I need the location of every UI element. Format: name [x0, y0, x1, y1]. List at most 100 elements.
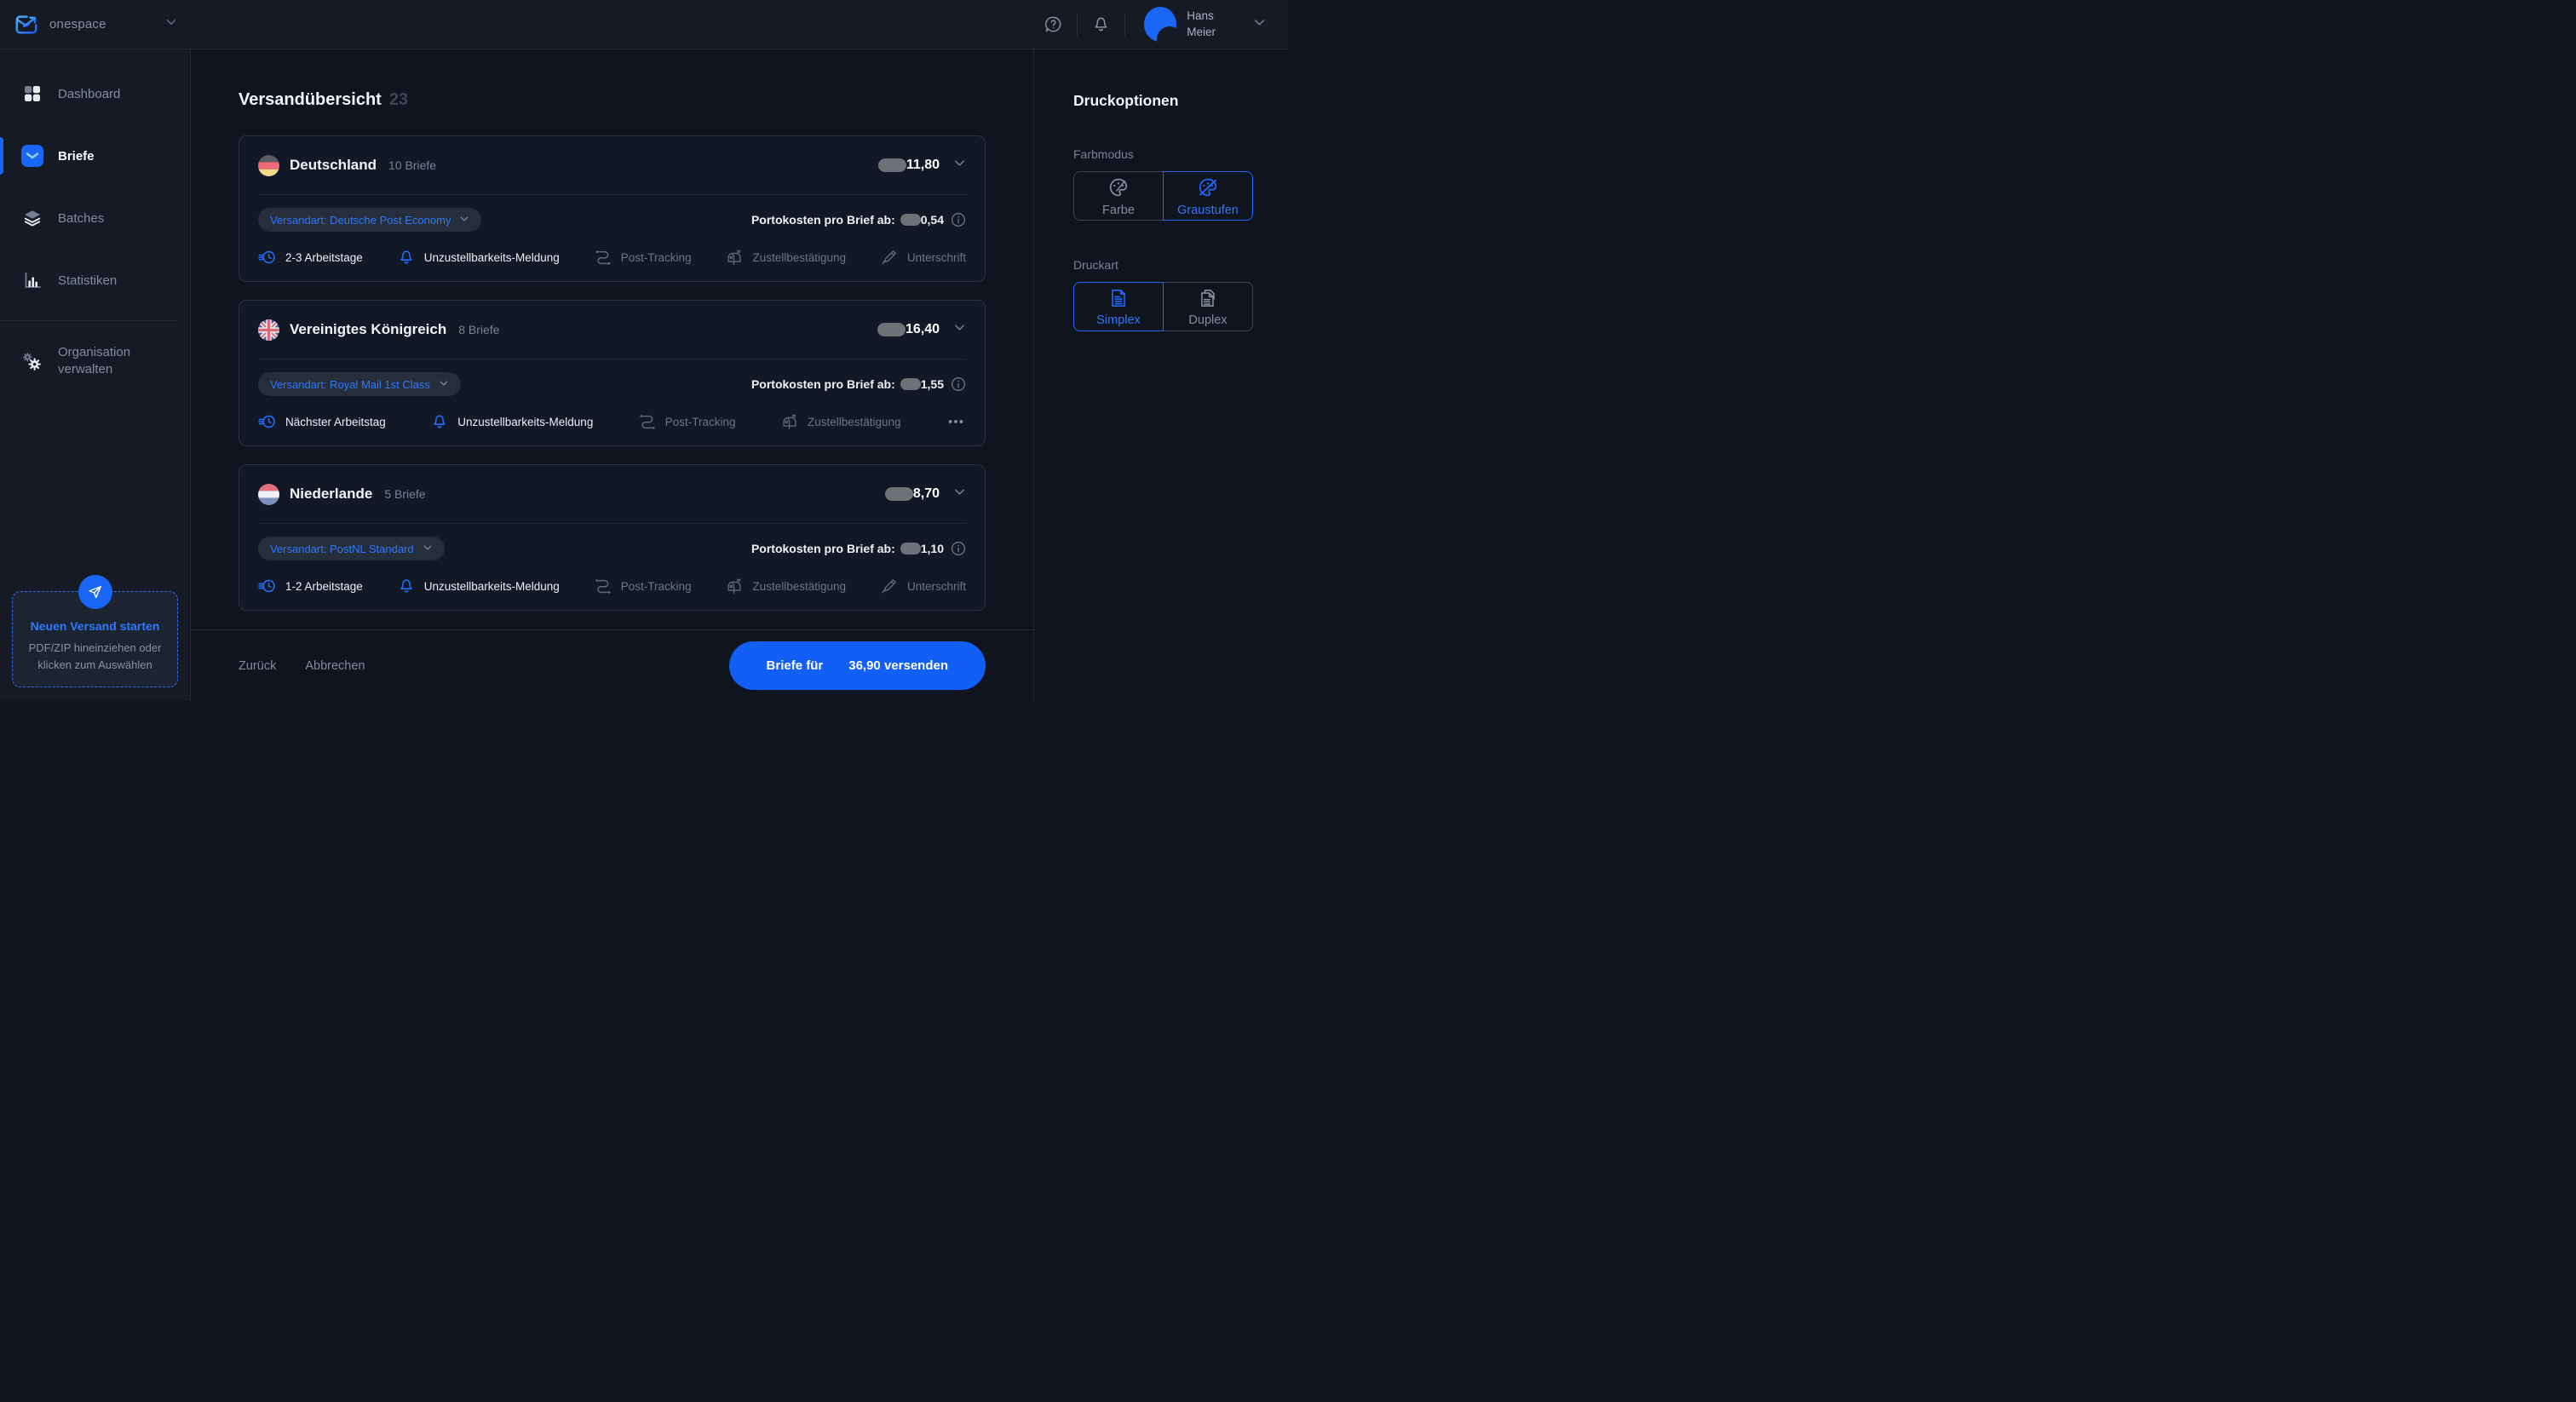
help-icon: [1044, 14, 1063, 34]
redacted-currency-blob: [900, 378, 921, 390]
shipment-count: 23: [389, 90, 408, 109]
card-price: 11,80: [906, 158, 940, 173]
chevron-down-icon[interactable]: [953, 486, 966, 503]
feature-post-tracking: Post-Tracking: [638, 412, 736, 431]
cancel-button[interactable]: Abbrechen: [305, 659, 365, 673]
mailbox-icon: [725, 577, 744, 595]
shipment-overview: Versandübersicht23 Deutschl: [191, 49, 1033, 629]
print-type-simplex-button[interactable]: Simplex: [1073, 282, 1164, 331]
flag-uk-icon: [258, 319, 279, 341]
versandart-dropdown[interactable]: Versandart: PostNL Standard: [258, 537, 445, 560]
sidebar-item-label: Batches: [58, 211, 104, 226]
card-price-area: 8,70: [885, 486, 966, 503]
onespace-logo-icon: [14, 12, 39, 37]
card-header: Vereinigtes Königreich 8 Briefe 16,40: [258, 301, 966, 359]
sidebar-item-label: Briefe: [58, 149, 95, 164]
sidebar-item-organisation[interactable]: Organisation verwalten: [0, 342, 190, 380]
workspace-switcher[interactable]: onespace: [0, 12, 191, 37]
feature-delivery-confirmation: Zustellbestätigung: [780, 412, 901, 431]
info-icon[interactable]: [951, 212, 966, 227]
info-icon[interactable]: [951, 376, 966, 392]
versandart-dropdown[interactable]: Versandart: Royal Mail 1st Class: [258, 372, 461, 396]
avatar-notch: [1157, 26, 1176, 42]
bell-icon: [397, 577, 416, 595]
redacted-currency-blob: [877, 323, 906, 336]
page-title: Versandübersicht23: [239, 90, 986, 110]
route-icon: [594, 248, 612, 267]
route-icon: [638, 412, 657, 431]
color-mode-label: Farbmodus: [1073, 147, 1262, 161]
feature-undeliverable-notice: Unzustellbarkeits-Meldung: [430, 412, 593, 431]
letter-count: 8 Briefe: [458, 323, 499, 336]
clock-fast-icon: [258, 412, 277, 431]
card-price: 8,70: [913, 486, 940, 502]
bell-icon: [1091, 14, 1111, 34]
sidebar-item-label: Organisation verwalten: [58, 344, 162, 379]
chevron-down-icon[interactable]: [1253, 16, 1266, 33]
route-icon: [594, 577, 612, 595]
porto-costs: Portokosten pro Brief ab: 1,10: [751, 541, 966, 556]
back-button[interactable]: Zurück: [239, 659, 276, 673]
new-shipment-dropzone[interactable]: Neuen Versand starten PDF/ZIP hineinzieh…: [12, 591, 178, 687]
feature-signature: Unterschrift: [880, 577, 966, 595]
color-mode-farbe-button[interactable]: Farbe: [1073, 171, 1164, 221]
sidebar-item-label: Dashboard: [58, 87, 120, 101]
color-mode-graustufen-button[interactable]: Graustufen: [1163, 171, 1253, 221]
topbar-divider: [1124, 14, 1125, 36]
active-indicator: [0, 137, 3, 175]
more-options-icon[interactable]: [946, 412, 966, 431]
card-price-area: 16,40: [877, 321, 966, 338]
pen-icon: [880, 577, 899, 595]
chevron-down-icon[interactable]: [953, 157, 966, 174]
card-price: 16,40: [906, 322, 940, 337]
document-duplex-icon: [1197, 287, 1219, 309]
country-name: Vereinigtes Königreich: [290, 321, 446, 338]
topbar: onespace: [0, 0, 1288, 49]
versandart-dropdown[interactable]: Versandart: Deutsche Post Economy: [258, 208, 481, 232]
notifications-button[interactable]: [1078, 14, 1124, 34]
redacted-currency-blob: [900, 543, 921, 554]
sidebar-item-briefe[interactable]: Briefe: [0, 137, 190, 175]
feature-delivery-time: 2-3 Arbeitstage: [258, 248, 363, 267]
app-root: onespace: [0, 0, 1288, 701]
shipment-card-niederlande: Niederlande 5 Briefe 8,70 Versandart:: [239, 464, 986, 611]
card-shipping-row: Versandart: PostNL Standard Portokosten …: [258, 537, 966, 560]
feature-post-tracking: Post-Tracking: [594, 577, 692, 595]
feature-signature: Unterschrift: [880, 248, 966, 267]
user-menu[interactable]: Hans Meier: [1144, 7, 1216, 42]
help-button[interactable]: [1030, 14, 1077, 34]
flag-germany-icon: [258, 155, 279, 176]
sidebar-item-statistiken[interactable]: Statistiken: [0, 261, 190, 299]
send-letters-button[interactable]: Briefe für 36,90 versenden: [729, 641, 986, 690]
redacted-currency-blob: [878, 158, 906, 172]
shipment-card-deutschland: Deutschland 10 Briefe 11,80 Versandar: [239, 135, 986, 282]
print-options-panel: Druckoptionen Farbmodus Farbe: [1033, 49, 1288, 701]
avatar: [1144, 7, 1176, 42]
chevron-down-icon[interactable]: [953, 321, 966, 338]
document-icon: [1107, 287, 1130, 309]
palette-slash-icon: [1196, 175, 1220, 199]
card-header: Deutschland 10 Briefe 11,80: [258, 136, 966, 195]
bell-icon: [397, 248, 416, 267]
palette-icon: [1107, 175, 1130, 199]
brand-name: onespace: [49, 17, 106, 32]
info-icon[interactable]: [951, 541, 966, 556]
shipment-card-uk: Vereinigtes Königreich 8 Briefe 16,40: [239, 300, 986, 446]
card-features: 1-2 Arbeitstage Unzustellbarkeits-Meldun…: [258, 577, 966, 595]
redacted-currency-blob: [900, 214, 921, 226]
feature-undeliverable-notice: Unzustellbarkeits-Meldung: [397, 248, 560, 267]
letter-count: 10 Briefe: [388, 158, 436, 172]
print-type-duplex-button[interactable]: Duplex: [1163, 282, 1253, 331]
sidebar-item-batches[interactable]: Batches: [0, 199, 190, 237]
clock-fast-icon: [258, 577, 277, 595]
sidebar-item-dashboard[interactable]: Dashboard: [0, 75, 190, 112]
chevron-down-icon: [165, 16, 177, 32]
pen-icon: [880, 248, 899, 267]
user-name: Hans Meier: [1187, 9, 1216, 39]
feature-delivery-confirmation: Zustellbestätigung: [725, 248, 846, 267]
feature-delivery-time: Nächster Arbeitstag: [258, 412, 386, 431]
country-name: Niederlande: [290, 486, 372, 503]
bar-chart-icon: [20, 270, 43, 290]
upload-subtitle: PDF/ZIP hineinziehen oder klicken zum Au…: [21, 640, 169, 673]
dashboard-grid-icon: [20, 83, 43, 104]
